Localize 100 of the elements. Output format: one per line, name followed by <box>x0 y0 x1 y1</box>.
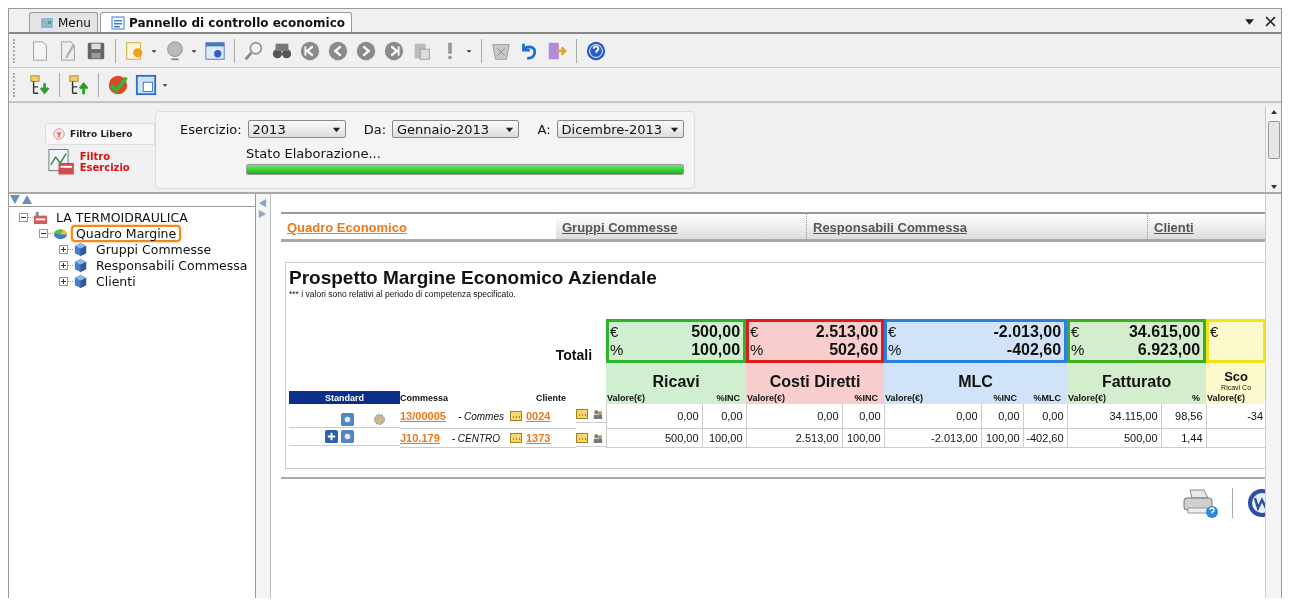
group-header: Costi Diretti <box>746 363 885 391</box>
collapse-icon[interactable] <box>19 212 28 222</box>
column-header: Valore(€) <box>746 391 843 404</box>
filter-mode-tab[interactable]: Filtro Esercizio <box>45 145 155 179</box>
document-tab[interactable]: Menu <box>29 12 98 32</box>
factory-icon <box>33 209 48 225</box>
table-cell: 100,00 <box>708 431 743 444</box>
field-label: A: <box>537 121 551 137</box>
panel-icon <box>110 15 125 30</box>
report-title: Prospetto Margine Economico Aziendale <box>289 267 658 289</box>
expand-icon[interactable] <box>59 244 68 254</box>
table-cell: 0,00 <box>817 409 839 422</box>
commessa-description: - Commes <box>457 410 504 422</box>
dropdown-field[interactable]: 2013 <box>247 120 346 138</box>
close-icon[interactable] <box>1265 16 1276 27</box>
gear-icon[interactable] <box>373 412 386 426</box>
table-cell: 0,00 <box>721 409 743 422</box>
column-header: % <box>1161 391 1207 404</box>
currency-sign: € <box>610 323 619 341</box>
lookup-icon[interactable] <box>510 432 522 443</box>
dropdown-field[interactable]: Gennaio-2013 <box>392 120 520 138</box>
column-header: %MLC <box>1023 391 1068 404</box>
column-header: Valore(€) <box>1206 391 1265 404</box>
table-cell: 100,00 <box>985 431 1020 444</box>
funnel-icon <box>52 127 66 141</box>
tree-item[interactable]: Gruppi Commesse <box>91 240 217 258</box>
lookup-icon[interactable] <box>576 409 588 419</box>
total-percent: 6.923,00 <box>1137 341 1201 359</box>
tree-item[interactable]: Clienti <box>91 272 141 290</box>
report-note: *** i valori sono relativi al periodo di competenza specificato. <box>289 289 517 299</box>
scrollbar[interactable] <box>1265 194 1281 598</box>
column-header: Valore(€) <box>884 391 982 404</box>
splitter-arrows-icon[interactable] <box>258 198 267 220</box>
search-icon[interactable] <box>243 39 265 62</box>
expand-row-icon[interactable] <box>325 430 338 443</box>
tree-down-icon[interactable] <box>29 73 51 96</box>
column-header: Cliente <box>535 391 567 404</box>
filter-mode-tab[interactable]: Filtro Libero <box>45 123 155 145</box>
dropdown-caret-icon[interactable] <box>1244 16 1255 27</box>
tree-item[interactable]: Quadro Margine <box>71 224 182 242</box>
tree-item[interactable]: LA TERMOIDRAULICA <box>51 208 193 226</box>
table-cell: 34.115,00 <box>1109 409 1158 422</box>
report-tab[interactable]: Gruppi Commesse <box>556 214 806 239</box>
lookup-icon[interactable] <box>510 410 522 421</box>
totals-label: Totali <box>555 347 593 363</box>
row-settings-icon[interactable] <box>341 412 354 426</box>
total-amount: -2.013,00 <box>993 323 1062 341</box>
table-cell: -402,60 <box>1026 431 1064 444</box>
report-tab[interactable]: Responsabili Commessa <box>806 214 1147 239</box>
people-icon[interactable] <box>592 433 604 443</box>
menu-icon <box>40 15 54 30</box>
field-label: Esercizio: <box>180 121 242 137</box>
table-cell: 500,00 <box>1123 431 1158 444</box>
commessa-description: - CENTRO <box>451 432 501 444</box>
collapse-icon[interactable] <box>39 228 48 238</box>
percent-sign: % <box>610 341 624 359</box>
total-percent: 502,60 <box>829 341 879 359</box>
tree-item[interactable]: Responsabili Commessa <box>91 256 253 274</box>
group-header: Ricavi <box>606 363 747 391</box>
table-cell: 0,00 <box>1042 409 1064 422</box>
table-cell: 100,00 <box>846 431 881 444</box>
expand-icon[interactable] <box>59 276 68 286</box>
column-header: %INC <box>702 391 747 404</box>
table-cell: -34 <box>1247 409 1264 422</box>
table-cell: 0,00 <box>677 409 699 422</box>
total-amount: 2.513,00 <box>815 323 879 341</box>
field-label: Da: <box>363 121 387 137</box>
total-percent: 100,00 <box>691 341 741 359</box>
total-amount: 500,00 <box>691 323 741 341</box>
help-icon[interactable] <box>585 39 607 62</box>
check-icon[interactable] <box>107 73 129 96</box>
cube-icon <box>73 257 88 273</box>
status-label: Stato Elaborazione... <box>246 146 382 161</box>
collapse-expand-icon[interactable] <box>10 194 32 205</box>
report-tab[interactable]: Clienti <box>1147 214 1198 239</box>
currency-sign: € <box>888 323 897 341</box>
printer-help-icon[interactable] <box>1182 487 1218 518</box>
cube-icon <box>73 273 88 289</box>
people-icon[interactable] <box>592 409 604 419</box>
currency-sign: € <box>1210 323 1219 340</box>
row-settings-icon[interactable] <box>341 430 354 443</box>
column-header: Valore(€) <box>606 391 703 404</box>
layout-icon[interactable] <box>135 73 157 96</box>
table-cell: 0,00 <box>998 409 1020 422</box>
dropdown-field[interactable]: Dicembre-2013 <box>556 120 684 138</box>
document-tab[interactable]: Pannello di controllo economico <box>99 12 352 32</box>
lookup-icon[interactable] <box>576 433 588 443</box>
table-cell: 1,44 <box>1181 431 1203 444</box>
table-cell: 0,00 <box>859 409 881 422</box>
table-cell: 0,00 <box>956 409 978 422</box>
tree-up-icon[interactable] <box>68 73 90 96</box>
column-header: %INC <box>842 391 885 404</box>
scrollbar-thumb[interactable] <box>1267 121 1280 159</box>
expand-icon[interactable] <box>59 260 68 270</box>
percent-sign: % <box>888 341 902 359</box>
currency-sign: € <box>750 323 759 341</box>
column-header: %INC <box>981 391 1024 404</box>
table-cell: 98,56 <box>1175 409 1203 422</box>
table-cell: 500,00 <box>664 431 699 444</box>
table-cell: -2.013,00 <box>931 431 978 444</box>
